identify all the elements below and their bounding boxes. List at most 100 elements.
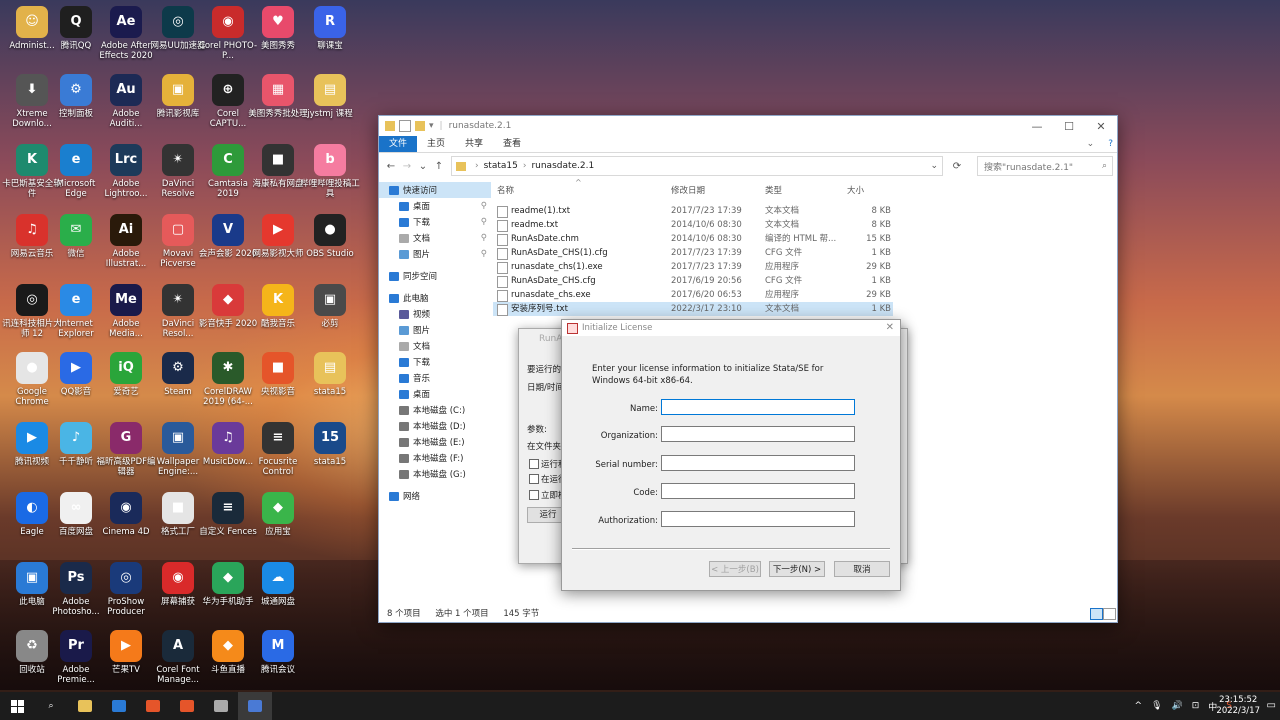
explorer-titlebar[interactable]: ▾ | runasdate.2.1 — ☐ ✕ [379,116,1117,136]
desktop-icon[interactable]: R 聊课宝 [300,6,360,51]
table-row[interactable]: RunAsDate.chm 2014/10/6 08:30 编译的 HTML 帮..… [493,232,893,246]
nav-item[interactable]: 音乐 [379,370,491,386]
taskbar-file-explorer[interactable] [68,692,102,720]
quick-access-dropdown-icon[interactable]: ▾ [429,121,434,131]
help-icon[interactable]: ? [1104,136,1117,152]
clock[interactable]: 23:15:52 2022/3/17 [1216,695,1260,717]
runasdate-checkbox-2[interactable] [529,474,539,484]
desktop-icon[interactable]: Lrc Adobe Lightroo... [96,144,156,199]
search-button[interactable]: ⌕ [34,692,68,720]
nav-item[interactable]: 下载 [379,354,491,370]
search-box[interactable]: 搜索"runasdate.2.1" ⌕ [977,156,1113,176]
nav-item[interactable]: 本地磁盘 (G:) [379,466,491,482]
tab-share[interactable]: 共享 [455,136,493,152]
desktop-icon[interactable]: ◉ Cinema 4D [96,492,156,537]
nav-item[interactable]: 同步空间 [379,268,491,284]
nav-item[interactable]: 视频 [379,306,491,322]
pin-icon[interactable]: ⚲ [481,217,487,227]
pin-icon[interactable]: ⚲ [481,249,487,259]
license-titlebar[interactable]: Initialize License [562,320,900,336]
column-size[interactable]: 大小 [847,182,864,200]
new-folder-icon[interactable] [415,121,425,131]
organization-field[interactable] [661,426,855,442]
show-hidden-icon[interactable]: ^ [1135,701,1143,711]
taskbar-window[interactable] [204,692,238,720]
recent-dropdown-icon[interactable]: ⌄ [415,161,431,172]
taskbar-camtasia[interactable] [170,692,204,720]
column-date[interactable]: 修改日期 [671,182,705,200]
close-icon[interactable]: ✕ [1085,116,1117,136]
up-icon[interactable]: ↑ [431,161,447,172]
code-field[interactable] [661,483,855,499]
serial-number-field[interactable] [661,455,855,471]
forward-icon[interactable]: → [399,161,415,172]
network-icon[interactable]: ⊡ [1192,701,1200,711]
desktop-icon[interactable]: ♥ 美图秀秀 [248,6,308,51]
desktop-icon[interactable]: ▶ 芒果TV [96,630,156,675]
nav-item[interactable]: 文档 ⚲ [379,230,491,246]
desktop-icon[interactable]: ≡ Focusrite Control [248,422,308,477]
tab-file[interactable]: 文件 [379,136,418,152]
column-name[interactable]: 名称 [497,182,514,200]
desktop-icon[interactable]: ▦ 美图秀秀批处理 [248,74,308,119]
minimize-icon[interactable]: — [1021,116,1053,136]
next-button[interactable]: 下一步(N) > [769,561,825,577]
pin-icon[interactable]: ⚲ [481,201,487,211]
desktop-icon[interactable]: ◆ 应用宝 [248,492,308,537]
nav-item[interactable]: 本地磁盘 (F:) [379,450,491,466]
desktop-icon[interactable]: ▤ jystmj 课程 [300,74,360,119]
runasdate-checkbox-1[interactable] [529,459,539,469]
table-row[interactable]: runasdate_chs.exe 2017/6/20 06:53 应用程序 29 K… [493,288,893,302]
pin-icon[interactable]: ⚲ [481,233,487,243]
desktop-icon[interactable]: ■ 央视影音 [248,352,308,397]
nav-item[interactable]: 本地磁盘 (C:) [379,402,491,418]
microphone-icon[interactable]: 🎙 [1151,701,1162,711]
runasdate-checkbox-3[interactable] [529,490,539,500]
taskbar-feishu[interactable] [102,692,136,720]
table-row[interactable]: RunAsDate_CHS(1).cfg 2017/7/23 17:39 CFG 文… [493,246,893,260]
nav-item[interactable]: 图片 [379,322,491,338]
nav-item[interactable]: 网络 [379,488,491,504]
taskbar-chrome[interactable] [136,692,170,720]
desktop-icon[interactable]: ▣ 必剪 [300,284,360,329]
details-view-icon[interactable] [1090,608,1103,620]
desktop-icon[interactable]: b 哔哩哔哩投稿工具 [300,144,360,199]
nav-item[interactable]: 桌面 ⚲ [379,198,491,214]
desktop-icon[interactable]: Me Adobe Media... [96,284,156,339]
desktop-icon[interactable]: ▶ 网易影视大师 [248,214,308,259]
authorization-field[interactable] [661,511,855,527]
tab-view[interactable]: 查看 [493,136,531,152]
table-row[interactable]: readme.txt 2014/10/6 08:30 文本文档 8 KB [493,218,893,232]
breadcrumb-runasdate[interactable]: runasdate.2.1 [531,161,594,171]
desktop-icon[interactable]: ● OBS Studio [300,214,360,259]
desktop-icon[interactable]: M 腾讯会议 [248,630,308,675]
nav-item[interactable]: 快速访问 [379,182,491,198]
back-icon[interactable]: ← [383,161,399,172]
desktop-icon[interactable]: Au Adobe Auditi... [96,74,156,129]
desktop-icon[interactable]: ☁ 城通网盘 [248,562,308,607]
desktop-icon[interactable]: ▤ stata15 [300,352,360,397]
start-button[interactable] [0,692,34,720]
desktop-icon[interactable]: ■ 海康私有网盘 [248,144,308,189]
desktop-icon[interactable]: Ae Adobe After Effects 2020 [96,6,156,61]
desktop-icon[interactable]: iQ 爱奇艺 [96,352,156,397]
nav-item[interactable]: 文档 [379,338,491,354]
desktop-icon[interactable]: K 酷我音乐 [248,284,308,329]
desktop-icon[interactable]: Ai Adobe Illustrat... [96,214,156,269]
breadcrumb-stata15[interactable]: stata15 [484,161,518,171]
address-dropdown-icon[interactable]: ⌄ [930,161,938,171]
table-row[interactable]: runasdate_chs(1).exe 2017/7/23 17:39 应用程序 2… [493,260,893,274]
name-field[interactable] [661,399,855,415]
address-bar[interactable]: › stata15 › runasdate.2.1 ⌄ [451,156,943,176]
refresh-icon[interactable]: ⟳ [949,161,965,172]
nav-item[interactable]: 本地磁盘 (E:) [379,434,491,450]
table-row[interactable]: RunAsDate_CHS.cfg 2017/6/19 20:56 CFG 文件 1 … [493,274,893,288]
back-button[interactable]: < 上一步(B) [709,561,761,577]
desktop-icon[interactable]: G 福昕高级PDF编辑器 [96,422,156,477]
taskbar-stata[interactable] [238,692,272,720]
large-icons-view-icon[interactable] [1103,608,1116,620]
nav-item[interactable]: 下载 ⚲ [379,214,491,230]
table-row[interactable]: readme(1).txt 2017/7/23 17:39 文本文档 8 KB [493,204,893,218]
nav-item[interactable]: 本地磁盘 (D:) [379,418,491,434]
close-icon[interactable]: ✕ [886,322,894,333]
